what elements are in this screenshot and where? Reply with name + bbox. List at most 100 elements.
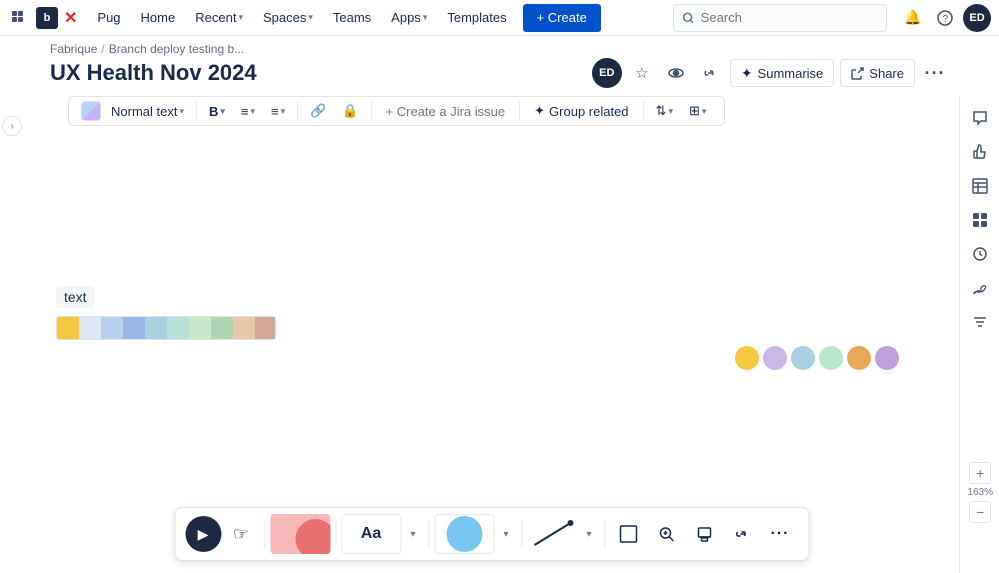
chevron-down-icon: ▾ (220, 106, 225, 117)
user-avatar[interactable]: ED (963, 4, 991, 32)
share-icon (851, 67, 864, 80)
summarise-button[interactable]: ✦ Summarise (730, 59, 834, 87)
zoom-control: + 163% − (967, 462, 993, 523)
line-tool[interactable] (527, 514, 577, 554)
watch-button[interactable] (662, 59, 690, 87)
title-row: UX Health Nov 2024 ED ☆ ✦ Summarise (0, 56, 999, 96)
link-tool[interactable] (724, 514, 760, 554)
chevron-down-icon: ▾ (281, 106, 286, 117)
zoom-out-button[interactable]: − (969, 501, 991, 523)
top-nav: b ✕ Pug Home Recent ▾ Spaces ▾ Teams App… (0, 0, 999, 36)
shape-decoration (291, 515, 330, 554)
table-sidebar-btn[interactable] (966, 172, 994, 200)
history-sidebar-btn[interactable] (966, 240, 994, 268)
breadcrumb: Fabrique / Branch deploy testing b... (0, 36, 999, 56)
breadcrumb-branch[interactable]: Branch deploy testing b... (109, 42, 244, 56)
close-icon[interactable]: ✕ (64, 8, 77, 28)
nav-recent[interactable]: Recent ▾ (187, 0, 251, 36)
palette-swatch (79, 317, 101, 339)
play-button[interactable]: ▶ (185, 516, 221, 552)
search-input[interactable] (701, 10, 878, 25)
nav-teams[interactable]: Teams (325, 0, 379, 36)
separator (519, 102, 520, 120)
paint-sidebar-btn[interactable] (966, 274, 994, 302)
separator (196, 102, 197, 120)
like-sidebar-btn[interactable] (966, 138, 994, 166)
link-toolbar-button[interactable]: 🔗 (304, 101, 332, 121)
right-swatch[interactable] (847, 346, 871, 370)
align-button[interactable]: ≡ ▾ (265, 102, 291, 121)
sidebar-toggle[interactable]: › (2, 116, 22, 136)
text-style-dropdown[interactable]: Normal text ▾ (105, 102, 190, 121)
help-icon[interactable]: ? (931, 4, 959, 32)
lock-toolbar-button[interactable]: 🔒 (336, 101, 364, 121)
nav-spaces[interactable]: Spaces ▾ (255, 0, 321, 36)
create-jira-button[interactable]: + Create a Jira issue (378, 102, 514, 121)
right-swatch[interactable] (763, 346, 787, 370)
left-panel: › (0, 96, 24, 573)
shape-thumbnail[interactable] (270, 514, 330, 554)
circle-shape (446, 516, 482, 552)
cursor-icon[interactable]: ☞ (223, 514, 259, 554)
color-palette-bar[interactable] (56, 316, 276, 340)
star-button[interactable]: ☆ (628, 59, 656, 87)
right-swatch[interactable] (875, 346, 899, 370)
editor-area: Normal text ▾ B ▾ ≡ ▾ ≡ ▾ 🔗 🔒 (24, 96, 959, 573)
grid-menu-icon[interactable] (8, 7, 30, 29)
grid-view-button[interactable]: ⊞ ▾ (683, 101, 712, 121)
notifications-icon[interactable]: 🔔 (899, 4, 927, 32)
chevron-down-icon: ▾ (238, 12, 243, 23)
nav-right-icons: 🔔 ? ED (899, 4, 991, 32)
color-swatch[interactable] (81, 101, 101, 121)
editor-toolbar: Normal text ▾ B ▾ ≡ ▾ ≡ ▾ 🔗 🔒 (68, 96, 725, 126)
text-tool-chevron[interactable]: ▾ (403, 514, 423, 554)
chevron-down-icon: ▾ (423, 12, 428, 23)
text-label: text (56, 286, 95, 308)
comment-sidebar-btn[interactable] (966, 104, 994, 132)
palette-swatch (233, 317, 255, 339)
list-button[interactable]: ≡ ▾ (235, 102, 261, 121)
brand-icon[interactable]: b (36, 7, 58, 29)
bold-button[interactable]: B ▾ (203, 102, 231, 121)
line-tool-chevron[interactable]: ▾ (579, 514, 599, 554)
zoom-in-button[interactable]: + (969, 462, 991, 484)
app-wrapper: b ✕ Pug Home Recent ▾ Spaces ▾ Teams App… (0, 0, 999, 573)
group-related-button[interactable]: ✦ Group related (526, 101, 636, 121)
right-swatch[interactable] (819, 346, 843, 370)
right-swatch[interactable] (735, 346, 759, 370)
search-box[interactable] (673, 4, 887, 32)
right-swatches (735, 346, 899, 370)
more-button[interactable]: ··· (921, 59, 949, 87)
page-title: UX Health Nov 2024 (50, 60, 257, 86)
breadcrumb-separator: / (101, 42, 104, 56)
separator (604, 520, 605, 548)
breadcrumb-fabrique[interactable]: Fabrique (50, 42, 97, 56)
palette-swatch (167, 317, 189, 339)
shape-tool-preview[interactable] (434, 514, 494, 554)
text-tool-preview[interactable]: Aa (341, 514, 401, 554)
editor-canvas[interactable]: text (24, 96, 959, 573)
nav-appname[interactable]: Pug (89, 0, 128, 36)
nav-home[interactable]: Home (133, 0, 184, 36)
zoom-level: 163% (967, 487, 993, 498)
image-search-tool[interactable] (648, 514, 684, 554)
shape-tool-chevron[interactable]: ▾ (496, 514, 516, 554)
create-button[interactable]: + Create (523, 4, 601, 32)
separator (264, 520, 265, 548)
right-swatch[interactable] (791, 346, 815, 370)
link-button[interactable] (696, 59, 724, 87)
chevron-down-icon: ▾ (702, 106, 707, 117)
grid-sidebar-btn[interactable] (966, 206, 994, 234)
editor-avatar[interactable]: ED (592, 58, 622, 88)
stamp-tool[interactable] (686, 514, 722, 554)
nav-apps[interactable]: Apps ▾ (383, 0, 435, 36)
more-tools-button[interactable]: ··· (762, 514, 798, 554)
frame-tool[interactable] (610, 514, 646, 554)
sort-button[interactable]: ⇅ ▾ (650, 101, 679, 121)
palette-swatch (211, 317, 233, 339)
palette-swatch (57, 317, 79, 339)
content-wrapper: › Normal text ▾ B ▾ ≡ ▾ (0, 96, 999, 573)
nav-templates[interactable]: Templates (439, 0, 514, 36)
share-button[interactable]: Share (840, 59, 915, 87)
filter-sidebar-btn[interactable] (966, 308, 994, 336)
